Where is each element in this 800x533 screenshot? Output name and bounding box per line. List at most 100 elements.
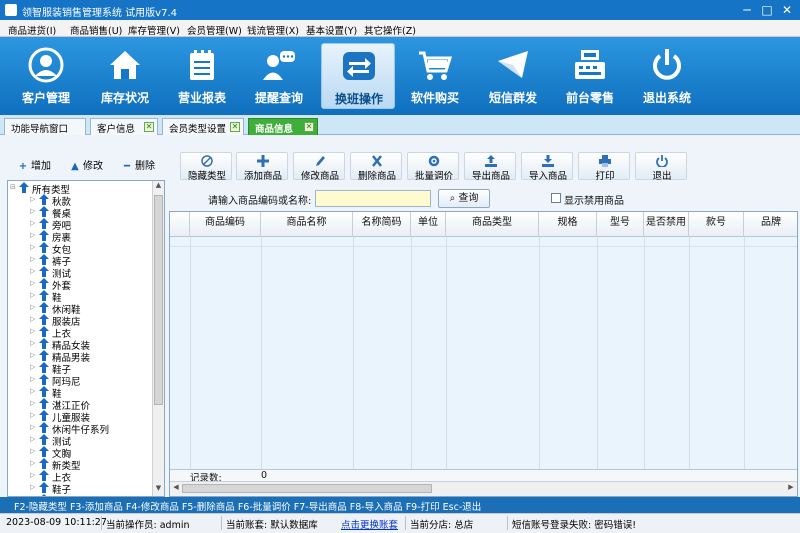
menu-purchase[interactable]: 商品进货(I) <box>8 23 56 37</box>
customer-management-button[interactable]: 客户管理 <box>9 43 83 109</box>
scroll-thumb[interactable] <box>182 484 432 493</box>
expand-toggle-icon[interactable]: ▷ <box>30 351 38 359</box>
front-retail-button[interactable]: 前台零售 <box>553 43 627 109</box>
expand-toggle-icon[interactable]: ▷ <box>30 255 38 263</box>
scroll-right-icon[interactable]: ▶ <box>785 483 797 491</box>
expand-toggle-icon[interactable]: ⊟ <box>10 183 18 191</box>
switch-account-link[interactable]: 点击更换账套 <box>341 517 398 531</box>
expand-toggle-icon[interactable]: ▷ <box>30 231 38 239</box>
column-header-unit[interactable]: 单位 <box>411 212 446 237</box>
exit-system-button[interactable]: 退出系统 <box>630 43 704 109</box>
close-tab-icon[interactable]: ✕ <box>230 122 240 132</box>
scroll-down-icon[interactable]: ▼ <box>153 484 164 496</box>
delete-product-button[interactable]: 删除商品 <box>350 152 402 182</box>
close-tab-icon[interactable]: ✕ <box>144 122 154 132</box>
menu-inventory[interactable]: 库存管理(V) <box>128 23 180 37</box>
export-product-button[interactable]: 导出商品 <box>464 152 516 182</box>
import-product-button[interactable]: 导入商品 <box>521 152 573 182</box>
column-header-type[interactable]: 商品类型 <box>446 212 539 237</box>
export-product-label: 导出商品 <box>471 171 510 182</box>
column-header-brand[interactable]: 品牌 <box>744 212 797 237</box>
show-disabled-label: 显示禁用商品 <box>564 196 624 207</box>
scroll-left-icon[interactable]: ◀ <box>170 483 182 491</box>
status-operator: 当前操作员: admin <box>106 520 190 531</box>
expand-toggle-icon[interactable]: ▷ <box>30 459 38 467</box>
batch-price-button[interactable]: 批量调价 <box>407 152 459 182</box>
expand-toggle-icon[interactable]: ▷ <box>30 207 38 215</box>
expand-toggle-icon[interactable]: ▷ <box>30 219 38 227</box>
menu-settings[interactable]: 基本设置(Y) <box>306 23 357 37</box>
menu-other[interactable]: 其它操作(Z) <box>364 23 416 37</box>
close-button[interactable]: ✕ <box>778 2 796 18</box>
menu-members[interactable]: 会员管理(W) <box>187 23 242 37</box>
expand-toggle-icon[interactable]: ▷ <box>30 279 38 287</box>
minimize-button[interactable]: ─ <box>738 2 756 18</box>
edit-category-button[interactable]: ▲ 修改 <box>70 157 103 172</box>
status-datetime: 2023-08-09 10:11:27 <box>6 517 107 528</box>
expand-toggle-icon[interactable]: ▷ <box>30 327 38 335</box>
print-button[interactable]: 打印 <box>578 152 630 182</box>
expand-toggle-icon[interactable]: ▷ <box>30 339 38 347</box>
expand-toggle-icon[interactable]: ▷ <box>30 303 38 311</box>
sms-broadcast-button[interactable]: 短信群发 <box>476 43 550 109</box>
expand-toggle-icon[interactable]: ▷ <box>30 447 38 455</box>
expand-toggle-icon[interactable]: ▷ <box>30 291 38 299</box>
expand-toggle-icon[interactable]: ▷ <box>30 243 38 251</box>
house-icon <box>110 51 140 79</box>
column-header-spec[interactable]: 规格 <box>539 212 597 237</box>
tab-member-type[interactable]: 会员类型设置 ✕ <box>162 118 244 135</box>
inventory-status-button[interactable]: 库存状况 <box>88 43 162 109</box>
shift-change-button[interactable]: 换班操作 <box>321 43 395 109</box>
tab-product-info[interactable]: 商品信息 ✕ <box>248 118 318 135</box>
batch-price-label: 批量调价 <box>414 171 453 182</box>
expand-toggle-icon[interactable]: ▷ <box>30 363 38 371</box>
expand-toggle-icon[interactable]: ▷ <box>30 423 38 431</box>
scroll-thumb[interactable] <box>154 195 163 405</box>
exit-button[interactable]: 退出 <box>635 152 687 182</box>
business-report-button[interactable]: 营业报表 <box>165 43 239 109</box>
product-grid[interactable]: 商品编码 商品名称 名称简码 单位 商品类型 规格 型号 是否禁用 款号 品牌 … <box>169 211 798 497</box>
expand-toggle-icon[interactable]: ▷ <box>30 483 38 491</box>
column-header-style-no[interactable]: 款号 <box>689 212 744 237</box>
scroll-up-icon[interactable]: ▲ <box>153 181 164 193</box>
menu-sales[interactable]: 商品销售(U) <box>70 23 122 37</box>
search-input[interactable] <box>315 190 431 207</box>
category-pin-icon <box>39 314 49 325</box>
hide-type-button[interactable]: 隐藏类型 <box>180 152 232 182</box>
show-disabled-checkbox[interactable] <box>551 193 561 203</box>
menu-cashflow[interactable]: 钱流管理(X) <box>247 23 299 37</box>
expand-toggle-icon[interactable]: ▷ <box>30 387 38 395</box>
grid-divider <box>190 237 191 469</box>
column-header-model[interactable]: 型号 <box>597 212 644 237</box>
tree-scrollbar[interactable]: ▲ ▼ <box>152 181 164 496</box>
expand-toggle-icon[interactable]: ▷ <box>30 411 38 419</box>
search-button[interactable]: ⌕ 查询 <box>438 189 490 208</box>
expand-toggle-icon[interactable]: ▷ <box>30 471 38 479</box>
expand-toggle-icon[interactable]: ▷ <box>30 267 38 275</box>
category-tree[interactable]: ⊟ 所有类型 ▷ 秋款 ▷ 餐桌 ▷ 旁吧 ▷ 房裹 ▷ 女包 ▷ 裤子 ▷ 测试 ▷ 外套 ▷ 鞋 ▷ 休闲鞋 ▷ 服装店 ▷… <box>7 180 165 497</box>
column-header-code[interactable]: 商品编码 <box>190 212 261 237</box>
add-product-button[interactable]: 添加商品 <box>236 152 288 182</box>
expand-toggle-icon[interactable]: ▷ <box>30 315 38 323</box>
software-purchase-button[interactable]: 软件购买 <box>398 43 472 109</box>
edit-product-button[interactable]: 修改商品 <box>293 152 345 182</box>
reminder-query-button[interactable]: 提醒查询 <box>242 43 316 109</box>
main-toolbar: 客户管理 库存状况 营业报表 提醒查询 换班操作 软件购买 短信群发 前台零售 … <box>0 37 800 115</box>
maximize-button[interactable]: □ <box>758 2 776 18</box>
add-category-button[interactable]: + 增加 <box>18 157 51 172</box>
grid-horizontal-scrollbar[interactable]: ◀ ▶ <box>170 481 797 495</box>
column-header-shortcode[interactable]: 名称简码 <box>353 212 411 237</box>
close-tab-icon[interactable]: ✕ <box>304 122 314 132</box>
table-row[interactable] <box>170 237 797 247</box>
record-count-value: 0 <box>261 470 268 481</box>
column-header-disabled[interactable]: 是否禁用 <box>644 212 689 237</box>
edit-product-label: 修改商品 <box>300 171 339 182</box>
column-header-name[interactable]: 商品名称 <box>261 212 353 237</box>
tab-navigation[interactable]: 功能导航窗口 <box>4 118 86 135</box>
expand-toggle-icon[interactable]: ▷ <box>30 375 38 383</box>
tab-customer-info[interactable]: 客户信息 ✕ <box>90 118 158 135</box>
expand-toggle-icon[interactable]: ▷ <box>30 195 38 203</box>
expand-toggle-icon[interactable]: ▷ <box>30 435 38 443</box>
expand-toggle-icon[interactable]: ▷ <box>30 399 38 407</box>
delete-category-button[interactable]: ━ 删除 <box>122 157 155 172</box>
